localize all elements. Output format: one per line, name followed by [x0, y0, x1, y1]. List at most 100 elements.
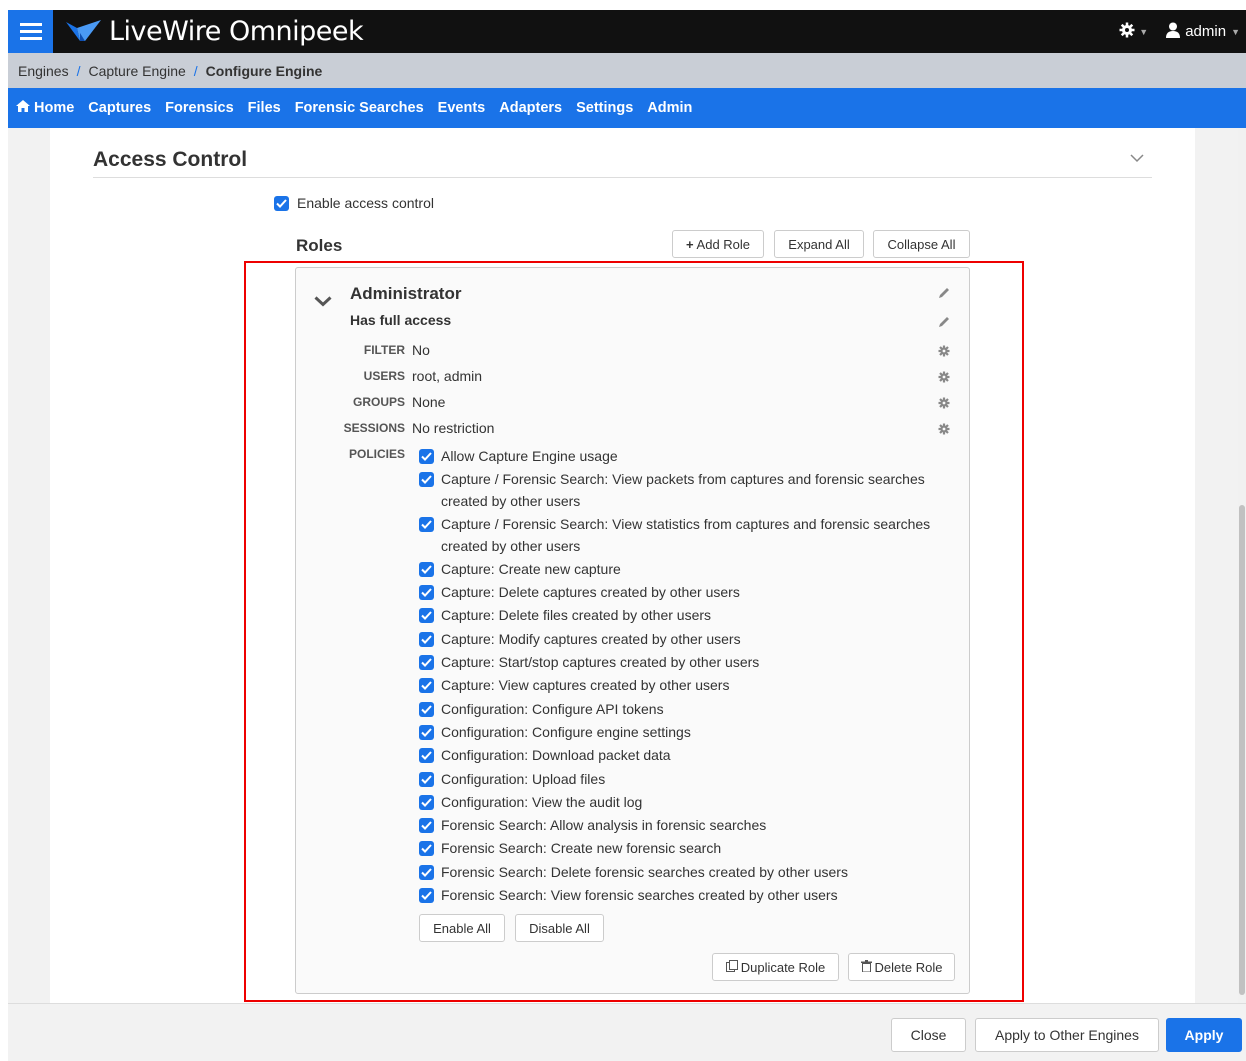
- policy-checkbox[interactable]: [419, 585, 434, 601]
- enable-all-button[interactable]: Enable All: [419, 914, 505, 942]
- field-value: root, admin: [412, 368, 483, 384]
- nav-settings[interactable]: Settings: [576, 100, 633, 116]
- nav-events[interactable]: Events: [438, 100, 486, 116]
- gear-icon: [1119, 22, 1135, 42]
- close-button[interactable]: Close: [891, 1018, 966, 1052]
- policy-checkbox[interactable]: [419, 701, 434, 717]
- app-header: LiveWire Omnipeek ▼ admin ▼: [8, 10, 1246, 53]
- policy-item[interactable]: Configuration: Configure API tokens: [419, 699, 954, 721]
- policy-item[interactable]: Forensic Search: Allow analysis in foren…: [419, 815, 954, 837]
- collapse-all-button[interactable]: Collapse All: [873, 230, 970, 258]
- policy-label: Capture: Delete files created by other u…: [441, 607, 712, 624]
- policy-label: Forensic Search: Delete forensic searche…: [441, 863, 848, 880]
- enable-access-control[interactable]: Enable access control: [274, 195, 434, 211]
- policy-item[interactable]: Capture: Modify captures created by othe…: [419, 629, 954, 651]
- scrollbar[interactable]: [1238, 128, 1246, 1003]
- pencil-icon[interactable]: [938, 286, 950, 302]
- policy-checkbox[interactable]: [419, 472, 434, 488]
- policy-item[interactable]: Configuration: Configure engine settings: [419, 722, 954, 744]
- chevron-down-icon[interactable]: [1130, 150, 1144, 166]
- enable-access-control-checkbox[interactable]: [274, 195, 289, 211]
- policy-item[interactable]: Capture: Delete captures created by othe…: [419, 582, 954, 604]
- nav-files[interactable]: Files: [248, 100, 281, 116]
- policy-checkbox[interactable]: [419, 888, 434, 904]
- policy-label: Configuration: Configure engine settings: [441, 723, 691, 740]
- nav-forensic-searches[interactable]: Forensic Searches: [295, 100, 424, 116]
- disable-all-button[interactable]: Disable All: [515, 914, 604, 942]
- menu-icon[interactable]: [8, 10, 53, 53]
- breadcrumb-engines[interactable]: Engines: [18, 63, 69, 79]
- policy-checkbox[interactable]: [419, 655, 434, 671]
- scrollbar-thumb[interactable]: [1239, 505, 1245, 995]
- policy-item[interactable]: Forensic Search: View forensic searches …: [419, 885, 954, 907]
- field-groups: GROUPS None: [296, 392, 916, 412]
- policy-label: Capture: Create new capture: [441, 560, 621, 577]
- nav-home[interactable]: Home: [16, 100, 74, 116]
- policy-item[interactable]: Configuration: Upload files: [419, 769, 954, 791]
- policy-checkbox[interactable]: [419, 724, 434, 740]
- expand-all-button[interactable]: Expand All: [774, 230, 864, 258]
- gear-icon[interactable]: [938, 344, 950, 360]
- policy-checkbox[interactable]: [419, 818, 434, 834]
- policy-item[interactable]: Configuration: View the audit log: [419, 792, 954, 814]
- policy-checkbox[interactable]: [419, 561, 434, 577]
- policy-label: Capture: Start/stop captures created by …: [441, 654, 760, 671]
- policy-checkbox[interactable]: [419, 841, 434, 857]
- nav-adapters[interactable]: Adapters: [499, 100, 562, 116]
- policy-item[interactable]: Forensic Search: Create new forensic sea…: [419, 838, 954, 860]
- policy-item[interactable]: Configuration: Download packet data: [419, 745, 954, 767]
- nav-admin[interactable]: Admin: [647, 100, 692, 116]
- policy-label: Configuration: Upload files: [441, 770, 606, 787]
- policy-label: Capture: Modify captures created by othe…: [441, 630, 741, 647]
- nav-forensics[interactable]: Forensics: [165, 100, 234, 116]
- policy-item[interactable]: Allow Capture Engine usage: [419, 446, 954, 468]
- settings-menu[interactable]: ▼: [1119, 22, 1148, 42]
- delete-role-button[interactable]: Delete Role: [848, 953, 955, 981]
- field-sessions: SESSIONS No restriction: [296, 418, 916, 438]
- policy-checkbox[interactable]: [419, 517, 434, 533]
- policy-item[interactable]: Capture: Start/stop captures created by …: [419, 652, 954, 674]
- apply-to-other-engines-button[interactable]: Apply to Other Engines: [975, 1018, 1159, 1052]
- main-content: Access Control Enable access control Rol…: [8, 128, 1238, 1003]
- policy-checkbox[interactable]: [419, 631, 434, 647]
- field-users: USERS root, admin: [296, 366, 916, 386]
- policy-checkbox[interactable]: [419, 678, 434, 694]
- policy-label: Capture: View captures created by other …: [441, 677, 730, 694]
- user-menu[interactable]: admin ▼: [1166, 22, 1240, 42]
- field-filter: FILTER No: [296, 340, 916, 360]
- pencil-icon[interactable]: [938, 315, 950, 331]
- add-role-button[interactable]: + Add Role: [672, 230, 764, 258]
- policy-item[interactable]: Capture / Forensic Search: View statisti…: [419, 514, 954, 557]
- trash-icon: [860, 959, 872, 975]
- breadcrumb-capture-engine[interactable]: Capture Engine: [88, 63, 185, 79]
- apply-button[interactable]: Apply: [1166, 1018, 1242, 1052]
- livewire-logo-icon: [65, 19, 103, 45]
- field-label: USERS: [363, 369, 405, 383]
- field-label: SESSIONS: [343, 421, 405, 435]
- policy-item[interactable]: Capture: View captures created by other …: [419, 675, 954, 697]
- policy-checkbox[interactable]: [419, 794, 434, 810]
- policy-item[interactable]: Forensic Search: Delete forensic searche…: [419, 862, 954, 884]
- field-label: FILTER: [363, 343, 405, 357]
- policy-checkbox[interactable]: [419, 449, 434, 464]
- section-title: Access Control: [93, 148, 248, 171]
- role-description: Has full access: [350, 312, 452, 328]
- caret-down-icon: ▼: [1139, 26, 1149, 37]
- policy-item[interactable]: Capture: Create new capture: [419, 559, 954, 581]
- policy-checkbox[interactable]: [419, 771, 434, 787]
- nav-captures[interactable]: Captures: [88, 100, 151, 116]
- policy-item[interactable]: Capture: Delete files created by other u…: [419, 605, 954, 627]
- policy-checkbox[interactable]: [419, 864, 434, 880]
- field-value: None: [412, 394, 446, 410]
- duplicate-role-button[interactable]: Duplicate Role: [712, 953, 839, 981]
- policy-checkbox[interactable]: [419, 748, 434, 764]
- chevron-down-icon[interactable]: [314, 294, 332, 310]
- gear-icon[interactable]: [938, 370, 950, 386]
- breadcrumb: Engines / Capture Engine / Configure Eng…: [8, 53, 1246, 88]
- gear-icon[interactable]: [938, 422, 950, 438]
- plus-icon: +: [685, 236, 694, 252]
- policy-checkbox[interactable]: [419, 608, 434, 624]
- breadcrumb-separator: /: [193, 62, 198, 79]
- policy-item[interactable]: Capture / Forensic Search: View packets …: [419, 469, 954, 512]
- gear-icon[interactable]: [938, 396, 950, 412]
